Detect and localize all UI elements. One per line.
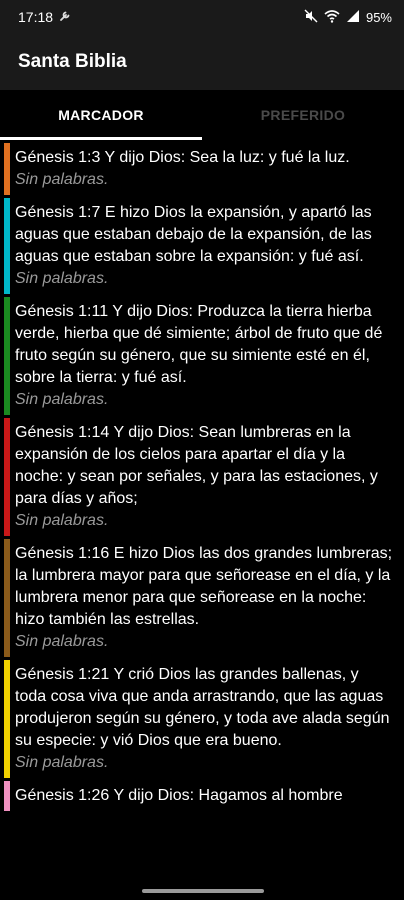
note-text: Sin palabras. [15, 171, 109, 188]
tab-bar: MARCADOR PREFERIDO [0, 90, 404, 140]
list-fade [0, 866, 404, 884]
app-bar: Santa Biblia [0, 34, 404, 90]
signal-icon [346, 9, 360, 26]
battery-percent: 95% [365, 9, 392, 25]
tab-preferido[interactable]: PREFERIDO [202, 90, 404, 140]
note-text: Sin palabras. [15, 754, 109, 771]
bookmark-item[interactable]: Génesis 1:11 Y dijo Dios: Produzca la ti… [0, 297, 404, 415]
verse-text: Génesis 1:7 E hizo Dios la expansión, y … [15, 204, 372, 265]
verse-text: Génesis 1:21 Y crió Dios las grandes bal… [15, 666, 390, 749]
mute-icon [304, 9, 318, 26]
tab-marcador[interactable]: MARCADOR [0, 90, 202, 140]
note-text: Sin palabras. [15, 512, 109, 529]
bookmark-item[interactable]: Génesis 1:16 E hizo Dios las dos grandes… [0, 539, 404, 657]
app-title: Santa Biblia [18, 51, 127, 72]
bookmark-item[interactable]: Génesis 1:3 Y dijo Dios: Sea la luz: y f… [0, 143, 404, 195]
verse-text: Génesis 1:14 Y dijo Dios: Sean lumbreras… [15, 424, 378, 507]
note-text: Sin palabras. [15, 633, 109, 650]
bookmark-content: Génesis 1:11 Y dijo Dios: Produzca la ti… [10, 297, 404, 415]
status-bar: 17:18 95% [0, 0, 404, 34]
note-text: Sin palabras. [15, 270, 109, 287]
bookmark-content: Génesis 1:3 Y dijo Dios: Sea la luz: y f… [10, 143, 404, 195]
tab-label: PREFERIDO [260, 107, 346, 123]
bookmark-content: Génesis 1:7 E hizo Dios la expansión, y … [10, 198, 404, 294]
bookmark-list[interactable]: Génesis 1:3 Y dijo Dios: Sea la luz: y f… [0, 140, 404, 884]
wrench-icon [59, 9, 71, 25]
verse-text: Génesis 1:16 E hizo Dios las dos grandes… [15, 545, 393, 628]
bookmark-item[interactable]: Génesis 1:26 Y dijo Dios: Hagamos al hom… [0, 781, 404, 811]
tab-label: MARCADOR [58, 107, 144, 123]
bookmark-content: Génesis 1:14 Y dijo Dios: Sean lumbreras… [10, 418, 404, 536]
verse-text: Génesis 1:26 Y dijo Dios: Hagamos al hom… [15, 787, 343, 804]
home-handle[interactable] [142, 889, 264, 893]
nav-bar [0, 884, 404, 900]
bookmark-content: Génesis 1:26 Y dijo Dios: Hagamos al hom… [10, 781, 404, 811]
bookmark-content: Génesis 1:16 E hizo Dios las dos grandes… [10, 539, 404, 657]
bookmark-item[interactable]: Génesis 1:21 Y crió Dios las grandes bal… [0, 660, 404, 778]
verse-text: Génesis 1:3 Y dijo Dios: Sea la luz: y f… [15, 149, 350, 166]
bookmark-item[interactable]: Génesis 1:14 Y dijo Dios: Sean lumbreras… [0, 418, 404, 536]
wifi-icon [324, 9, 340, 26]
status-time: 17:18 [18, 9, 54, 25]
bookmark-content: Génesis 1:21 Y crió Dios las grandes bal… [10, 660, 404, 778]
verse-text: Génesis 1:11 Y dijo Dios: Produzca la ti… [15, 303, 383, 386]
note-text: Sin palabras. [15, 391, 109, 408]
bookmark-item[interactable]: Génesis 1:7 E hizo Dios la expansión, y … [0, 198, 404, 294]
